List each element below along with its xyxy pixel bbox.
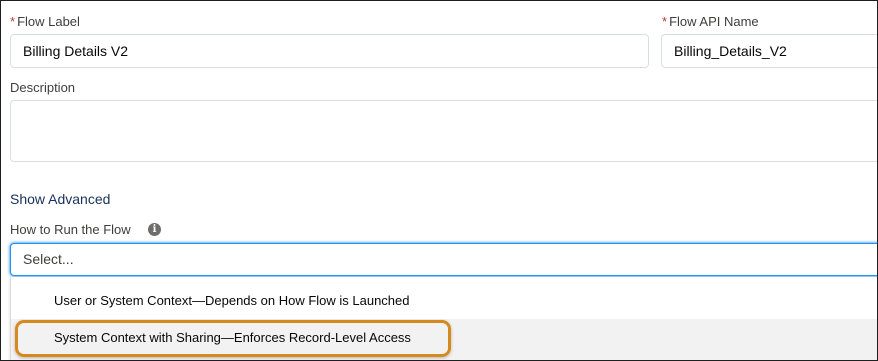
- show-advanced-link[interactable]: Show Advanced: [10, 190, 110, 208]
- how-to-run-dropdown: User or System Context—Depends on How Fl…: [10, 277, 877, 360]
- flow-api-name-field-label: * Flow API Name: [662, 14, 759, 30]
- flow-api-name-label-text: Flow API Name: [669, 14, 759, 29]
- info-icon[interactable]: i: [148, 223, 161, 236]
- flow-label-input[interactable]: Billing Details V2: [10, 34, 649, 68]
- flow-label-field-label: * Flow Label: [10, 14, 80, 30]
- how-to-run-label: How to Run the Flow: [10, 222, 131, 237]
- option-user-or-system-context[interactable]: User or System Context—Depends on How Fl…: [11, 277, 877, 317]
- flow-properties-panel: * Flow Label Billing Details V2 * Flow API…: [0, 0, 878, 361]
- flow-label-label-text: Flow Label: [17, 14, 80, 29]
- flow-api-name-input[interactable]: Billing_Details_V2: [661, 34, 877, 68]
- description-label: Description: [10, 80, 76, 95]
- how-to-run-select[interactable]: Select...: [10, 243, 877, 276]
- option-system-context-with-sharing[interactable]: System Context with Sharing—Enforces Rec…: [11, 319, 877, 360]
- description-textarea[interactable]: [10, 100, 877, 162]
- required-marker: *: [10, 14, 16, 29]
- required-marker: *: [662, 14, 668, 29]
